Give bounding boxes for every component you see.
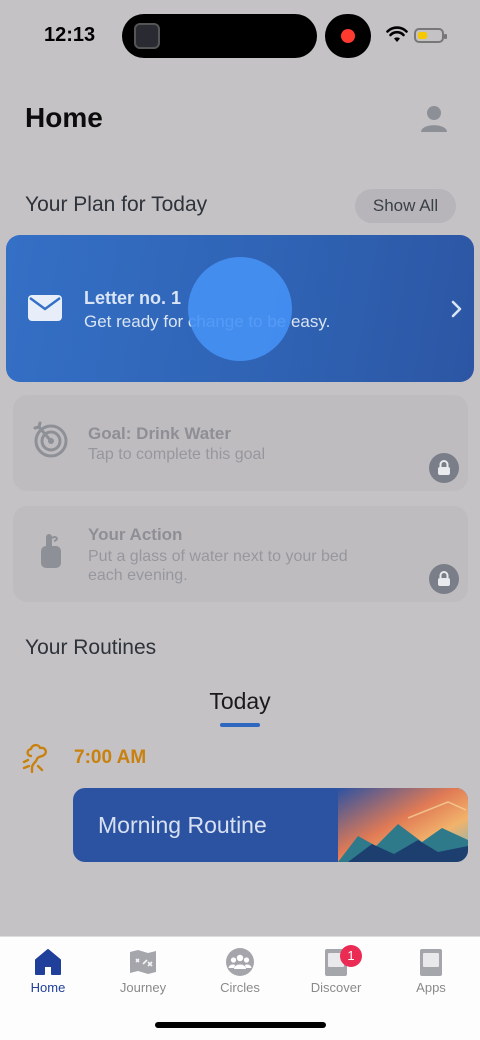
morning-routine-card[interactable]: Morning Routine [73,788,468,862]
chevron-right-icon [451,300,462,318]
tab-label: Journey [119,980,167,995]
page-title: Home [25,102,103,133]
tab-today[interactable]: Today [0,688,480,715]
routine-time: 7:00 AM [74,747,147,768]
goal-title: Goal: Drink Water [88,424,231,443]
status-time: 12:13 [44,24,96,46]
tab-label: Apps [416,980,446,995]
tab-label: Discover [310,980,362,995]
lock-icon [429,564,459,594]
tab-discover[interactable]: 1 Discover [296,945,376,1007]
tab-journey[interactable]: Journey [103,947,183,1007]
finger-reminder-icon [41,534,61,568]
action-card[interactable]: Your Action Put a glass of water next to… [13,506,468,602]
dynamic-island [122,14,317,58]
plan-section-title: Your Plan for Today [25,193,208,216]
tab-circles[interactable]: Circles [200,947,280,1007]
tab-underline [220,723,260,727]
apps-icon [420,949,442,976]
lock-icon [429,453,459,483]
action-subtitle-line2: each evening. [88,567,188,584]
action-subtitle-line1: Put a glass of water next to your bed [88,548,348,565]
landscape-illustration [338,788,468,862]
record-dot-icon [341,29,355,43]
letter-title: Letter no. 1 [84,288,182,308]
tab-label: Home [30,980,66,995]
envelope-icon [28,295,62,321]
goal-subtitle: Tap to complete this goal [88,446,265,463]
status-bar: 12:13 [0,0,480,72]
target-icon [33,421,68,458]
wifi-icon [386,26,408,42]
tab-home[interactable]: Home [8,947,88,1007]
goal-card[interactable]: Goal: Drink Water Tap to complete this g… [13,395,468,491]
battery-icon [414,28,447,43]
routines-section-title: Your Routines [25,636,157,659]
show-all-button[interactable]: Show All [355,189,456,223]
notification-badge: 1 [340,945,362,967]
routine-label: Morning Routine [98,812,267,838]
people-icon [226,948,254,976]
tab-apps[interactable]: Apps [391,947,471,1007]
map-icon [130,950,156,974]
media-thumbnail-icon [134,23,160,49]
sunrise-icon [22,743,48,774]
tab-label: Circles [220,980,260,995]
home-indicator [155,1022,326,1028]
action-title: Your Action [88,525,183,544]
screen-recording-indicator [325,14,371,58]
touch-indicator [188,257,292,361]
profile-icon[interactable] [420,104,448,134]
home-icon [35,949,61,975]
